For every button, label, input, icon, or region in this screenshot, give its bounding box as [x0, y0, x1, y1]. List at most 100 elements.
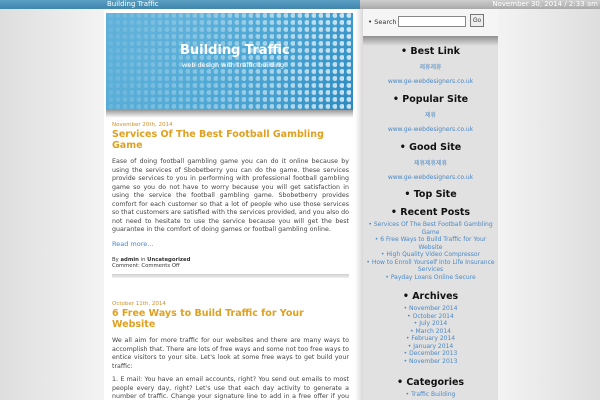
- search-label-text: Search: [374, 18, 397, 26]
- recent-post-label[interactable]: 6 Free Ways to Build Traffic for Your We…: [380, 236, 486, 251]
- good-site-item[interactable]: 제휴제휴제휴: [363, 160, 498, 168]
- good-site-item[interactable]: www.ge-webdesigners.co.uk: [363, 174, 498, 182]
- best-link-title: Best Link: [410, 46, 460, 57]
- widget-title: • Popular Site: [363, 94, 498, 106]
- bullet-icon: •: [401, 46, 408, 57]
- bullet-icon: •: [374, 236, 379, 243]
- post-title[interactable]: Services Of The Best Football Gambling G…: [112, 129, 349, 151]
- recent-post-label[interactable]: Services Of The Best Football Gambling G…: [374, 221, 493, 236]
- search-shadow: [363, 36, 498, 46]
- archive-label[interactable]: November 2014: [409, 305, 457, 312]
- archive-link[interactable]: • March 2014: [363, 328, 498, 336]
- widget-title: • Good Site: [363, 142, 498, 154]
- category-label[interactable]: Traffic Building: [411, 391, 455, 398]
- archives-widget: • Archives • November 2014 • October 201…: [363, 291, 498, 365]
- main-content: Building Traffic web design with traffic…: [104, 9, 355, 400]
- archive-label[interactable]: February 2014: [411, 335, 455, 342]
- popular-site-item[interactable]: 제휴: [363, 112, 498, 120]
- categories-title: Categories: [406, 377, 465, 388]
- popular-site-title: Popular Site: [402, 94, 469, 105]
- post-title[interactable]: 6 Free Ways to Build Traffic for Your We…: [112, 308, 349, 330]
- archive-link[interactable]: • February 2014: [363, 335, 498, 343]
- banner-shadow: [106, 110, 353, 118]
- search-label: • Search: [368, 18, 397, 26]
- top-site-widget: • Top Site: [363, 189, 498, 201]
- post-comments: Comments Off: [141, 263, 180, 269]
- header-banner[interactable]: Building Traffic web design with traffic…: [106, 13, 353, 111]
- top-site-title: Top Site: [413, 189, 457, 200]
- recent-post-link[interactable]: • Payday Loans Online Secure: [363, 274, 498, 282]
- categories-widget: • Categories • Traffic Building: [363, 377, 498, 399]
- archive-label[interactable]: March 2014: [416, 328, 451, 335]
- blog-title[interactable]: Building Traffic: [180, 43, 290, 58]
- recent-post-label[interactable]: How to Enroll Yourself Into Life Insuran…: [372, 259, 495, 274]
- archive-label[interactable]: October 2014: [413, 313, 454, 320]
- bullet-icon: •: [403, 357, 408, 365]
- right-gutter: [498, 9, 600, 400]
- archive-link[interactable]: • December 2013: [363, 350, 498, 358]
- archives-list: • November 2014 • October 2014 • July 20…: [363, 305, 498, 365]
- category-link[interactable]: • Traffic Building: [363, 391, 498, 399]
- search-input[interactable]: [398, 16, 466, 27]
- archive-link[interactable]: • July 2014: [363, 320, 498, 328]
- column-separator: [355, 9, 363, 400]
- post-date: November 20th, 2014: [112, 122, 173, 128]
- bullet-icon: •: [390, 207, 397, 218]
- bullet-icon: •: [405, 335, 410, 342]
- post-body: We all aim for more traffic for our webs…: [112, 337, 349, 370]
- recent-post-link[interactable]: • 6 Free Ways to Build Traffic for Your …: [363, 236, 498, 251]
- recent-post-label[interactable]: Payday Loans Online Secure: [391, 274, 476, 281]
- in-label: in: [138, 256, 148, 263]
- site-name[interactable]: Building Traffic: [107, 0, 159, 9]
- bullet-icon: •: [407, 342, 412, 350]
- current-datetime: November 30, 2014 / 2:33 am: [360, 0, 600, 9]
- recent-post-link[interactable]: • Services Of The Best Football Gambling…: [363, 221, 498, 236]
- archive-link[interactable]: • November 2013: [363, 358, 498, 366]
- post: November 20th, 2014 Services Of The Best…: [112, 122, 349, 270]
- widget-title: • Archives: [363, 291, 498, 303]
- bullet-icon: •: [366, 258, 370, 266]
- search-go-button[interactable]: Go: [470, 14, 484, 27]
- post: October 11th, 2014 6 Free Ways to Build …: [112, 301, 349, 400]
- widget-title: • Categories: [363, 377, 498, 389]
- categories-list: • Traffic Building: [363, 391, 498, 399]
- best-link-widget: • Best Link 제휴제휴 www.ge-webdesigners.co.…: [363, 46, 498, 86]
- best-link-item[interactable]: www.ge-webdesigners.co.uk: [363, 78, 498, 86]
- top-bar: Building Traffic November 30, 2014 / 2:3…: [0, 0, 600, 9]
- archive-label[interactable]: January 2014: [413, 343, 453, 350]
- best-link-item[interactable]: 제휴제휴: [363, 64, 498, 72]
- post-date: October 11th, 2014: [112, 301, 166, 307]
- widget-title: • Top Site: [363, 189, 498, 201]
- post-author[interactable]: admin: [120, 257, 138, 263]
- post-title-link[interactable]: 6 Free Ways to Build Traffic for Your We…: [112, 308, 304, 330]
- bullet-icon: •: [402, 291, 409, 302]
- bullet-icon: •: [407, 312, 411, 320]
- recent-post-link[interactable]: • High Quality Video Compressor: [363, 251, 498, 259]
- popular-site-item[interactable]: www.ge-webdesigners.co.uk: [363, 126, 498, 134]
- good-site-widget: • Good Site 제휴제휴제휴 www.ge-webdesigners.c…: [363, 142, 498, 182]
- archive-link[interactable]: • October 2014: [363, 313, 498, 321]
- archive-label[interactable]: November 2013: [409, 358, 457, 365]
- archive-label[interactable]: December 2013: [409, 350, 457, 357]
- search-box: • Search Go: [363, 9, 498, 39]
- read-more-link[interactable]: Read more...: [112, 240, 349, 248]
- post-category[interactable]: Uncategorized: [147, 257, 190, 263]
- recent-posts-list: • Services Of The Best Football Gambling…: [363, 221, 498, 281]
- popular-site-widget: • Popular Site 제휴 www.ge-webdesigners.co…: [363, 94, 498, 134]
- sidebar: • Search Go • Best Link 제휴제휴 www.ge-webd…: [363, 9, 498, 400]
- bullet-icon: •: [392, 94, 399, 105]
- post-title-link[interactable]: Services Of The Best Football Gambling G…: [112, 129, 324, 151]
- recent-post-label[interactable]: High Quality Video Compressor: [386, 251, 480, 258]
- widget-title: • Recent Posts: [363, 207, 498, 219]
- widget-title: • Best Link: [363, 46, 498, 58]
- left-gutter: [0, 9, 104, 400]
- archive-link[interactable]: • November 2014: [363, 305, 498, 313]
- recent-posts-title: Recent Posts: [400, 207, 471, 218]
- archive-link[interactable]: • January 2014: [363, 343, 498, 351]
- archives-title: Archives: [412, 291, 459, 302]
- archive-label[interactable]: July 2014: [419, 320, 447, 327]
- post-body: Ease of doing football gambling game you…: [112, 158, 349, 233]
- bullet-icon: •: [380, 251, 385, 258]
- recent-post-link[interactable]: • How to Enroll Yourself Into Life Insur…: [363, 259, 498, 274]
- post-body-paragraph: 1. E mail: You have an email accounts, r…: [112, 376, 349, 400]
